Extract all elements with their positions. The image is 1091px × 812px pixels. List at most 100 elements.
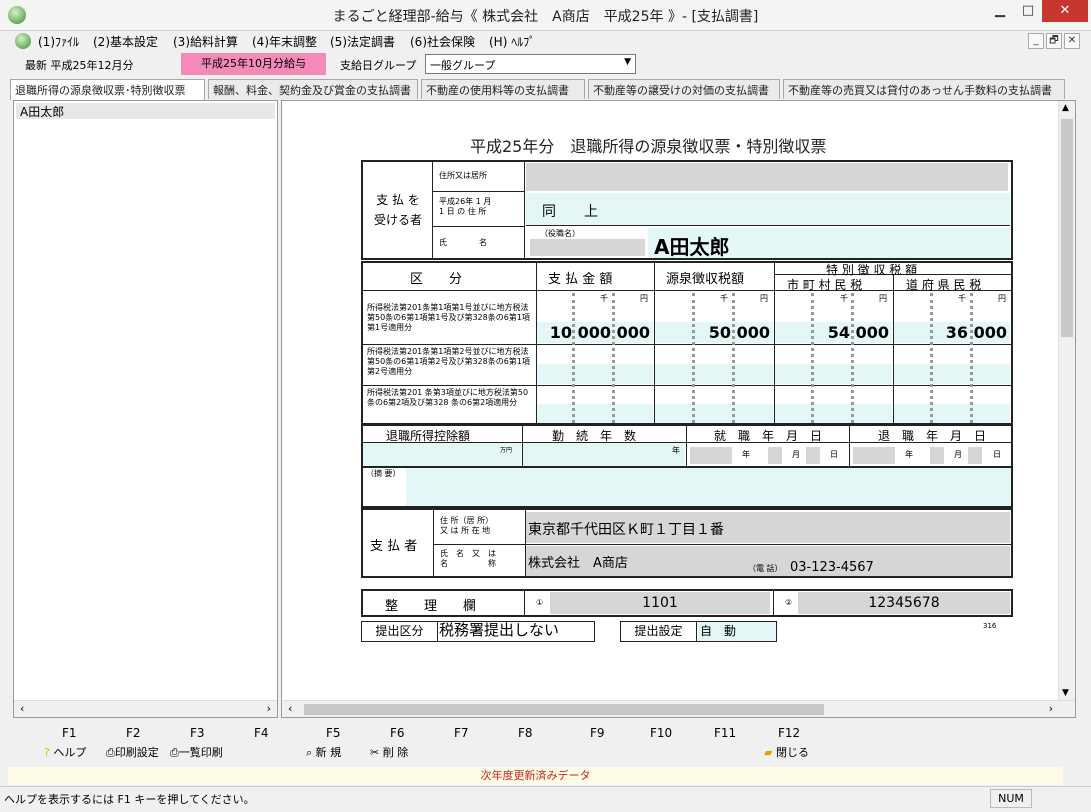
submit-value[interactable]: 税務署提出しない (439, 619, 559, 640)
tab-real-estate-usage[interactable]: 不動産の使用料等の支払調書 (421, 79, 585, 99)
recipient-label: 支 払 を 受ける者 (373, 193, 422, 227)
tab-fees[interactable]: 報酬、料金、契約金及び賞金の支払調書 (208, 79, 418, 99)
employee-list-item[interactable]: A田太郎 (16, 103, 275, 119)
tab-real-estate-transfer[interactable]: 不動産等の譲受けの対価の支払調書 (588, 79, 780, 99)
close-button[interactable]: ✕ (1042, 0, 1088, 22)
horizontal-scroll-thumb[interactable] (304, 704, 824, 715)
position-field[interactable] (530, 239, 645, 256)
form-vertical-scrollbar[interactable]: ▲ ▼ (1058, 101, 1075, 700)
fkey-f10: F10 (650, 726, 673, 740)
app-menu-icon[interactable] (15, 33, 31, 49)
printer-icon: ⎙ (170, 746, 179, 759)
seiri-1-field[interactable]: 1101 (550, 592, 770, 614)
row2-withholding-cell[interactable] (655, 364, 773, 384)
left-horizontal-scrollbar[interactable]: ‹ › (14, 700, 277, 717)
payer-label: 支 払 者 (370, 539, 418, 554)
mdi-close-button[interactable]: ✕ (1064, 33, 1080, 49)
submit-setting-label: 提出設定 (621, 622, 697, 641)
row1-municipal-value: 54 000 (827, 323, 889, 342)
menu-help[interactable]: (H) ﾍﾙﾌﾟ (489, 33, 535, 50)
jan1-address-field[interactable]: 同 上 (526, 193, 1010, 226)
hire-month-field[interactable] (768, 447, 782, 464)
position-label: （役職名） (540, 229, 580, 238)
delete-action[interactable]: ✂ 削 除 (370, 744, 408, 760)
remarks-field[interactable] (406, 468, 1011, 506)
current-period-badge[interactable]: 平成25年10月分給与 (181, 53, 326, 75)
close-action-label: 閉じる (775, 746, 809, 759)
row2-prefectural-cell[interactable] (894, 364, 1010, 384)
menu-basic-settings[interactable]: (2)基本設定 (93, 33, 158, 50)
row2-amount-cell[interactable] (537, 364, 653, 384)
scroll-left-icon[interactable]: ‹ (288, 702, 292, 715)
printer-icon: ⎙ (106, 746, 115, 759)
help-icon: ? (44, 746, 50, 759)
menu-year-end[interactable]: (4)年末調整 (252, 33, 317, 50)
payer-name-field[interactable]: 株式会社 A商店 （電 話） 03-123-4567 (526, 546, 1010, 576)
scroll-up-icon[interactable]: ▲ (1062, 103, 1069, 113)
row1-prefectural-value: 36 000 (945, 323, 1007, 342)
tel-label: （電 話） (748, 564, 783, 573)
form-horizontal-scrollbar[interactable]: ‹ › (282, 700, 1075, 717)
help-action[interactable]: ? ヘルプ (44, 744, 86, 760)
vertical-scroll-thumb[interactable] (1061, 119, 1073, 337)
years-field[interactable] (523, 443, 685, 466)
row3-prefectural-cell[interactable] (894, 404, 1010, 423)
scroll-right-icon[interactable]: › (1049, 702, 1053, 715)
close-action[interactable]: ▰ 閉じる (764, 744, 809, 760)
hire-day-field[interactable] (806, 447, 820, 464)
row3-municipal-cell[interactable] (775, 404, 892, 423)
row3-withholding-cell[interactable] (655, 404, 773, 423)
menu-social-insurance[interactable]: (6)社会保険 (410, 33, 475, 50)
address-label: 住所又は居所 (433, 162, 525, 192)
function-key-bar: F1 F2 F3 F4 F5 F6 F7 F8 F9 F10 F11 F12 ?… (0, 724, 1091, 764)
fkey-f9: F9 (590, 726, 605, 740)
mdi-minimize-button[interactable]: _ (1028, 33, 1044, 49)
submit-setting-value[interactable]: 自 動 (698, 622, 776, 641)
tab-retirement-income[interactable]: 退職所得の源泉徴収票･特別徴収票 (10, 79, 205, 100)
scroll-left-icon[interactable]: ‹ (20, 702, 24, 715)
name-field[interactable]: A田太郎 (648, 228, 1010, 259)
list-print-action[interactable]: ⎙一覧印刷 (170, 744, 223, 760)
form-title: 平成25年分 退職所得の源泉徴収票・特別徴収票 (470, 137, 827, 156)
menu-statutory-reports[interactable]: (5)法定調書 (330, 33, 395, 50)
address-field[interactable] (526, 163, 1008, 191)
payer-address-field[interactable]: 東京都千代田区Ｋ町１丁目１番 (526, 512, 1010, 543)
menu-payroll-calc[interactable]: (3)給料計算 (173, 33, 238, 50)
scroll-right-icon[interactable]: › (267, 702, 271, 715)
seiri-2-field[interactable]: 12345678 (798, 592, 1010, 614)
maximize-button[interactable]: □ (1014, 0, 1042, 22)
group-select-value: 一般グループ (430, 59, 496, 72)
years-label: 勤 続 年 数 (552, 429, 637, 443)
status-bar: ヘルプを表示するには F1 キーを押してください。 NUM (0, 786, 1091, 812)
menu-file[interactable]: (1)ﾌｧｲﾙ (38, 33, 79, 50)
group-label: 支給日グループ (340, 59, 417, 72)
payer-address-value: 東京都千代田区Ｋ町１丁目１番 (528, 522, 724, 538)
report-tabs: 退職所得の源泉徴収票･特別徴収票 報酬、料金、契約金及び賞金の支払調書 不動産の… (10, 79, 1065, 100)
row3-amount-cell[interactable] (537, 404, 653, 423)
group-select[interactable]: 一般グループ ▼ (425, 54, 636, 74)
tab-real-estate-brokerage[interactable]: 不動産等の売買又は貸付のあっせん手数料の支払調書 (783, 79, 1065, 99)
unit-sen: 千 (840, 294, 848, 303)
month-unit: 月 (792, 450, 800, 459)
employee-list-panel: A田太郎 ‹ › (13, 100, 278, 718)
seiri-1-mark: ① (536, 598, 544, 607)
new-action[interactable]: ⌕ 新 規 (306, 744, 341, 760)
payer-name-value: 株式会社 A商店 (528, 556, 628, 571)
fkey-f1: F1 (62, 726, 77, 740)
retire-day-field[interactable] (968, 447, 982, 464)
scissors-icon: ✂ (370, 746, 380, 759)
row2-municipal-cell[interactable] (775, 364, 892, 384)
minimize-button[interactable]: ▁ (986, 0, 1014, 22)
print-setting-action[interactable]: ⎙印刷設定 (106, 744, 159, 760)
mdi-restore-button[interactable]: 🗗 (1046, 33, 1062, 49)
retire-year-field[interactable] (853, 447, 895, 464)
tel-value: 03-123-4567 (790, 560, 874, 575)
unit-sen: 千 (958, 294, 966, 303)
col-prefectural: 道 府 県 民 税 (906, 278, 982, 292)
deduction-field[interactable] (363, 443, 521, 466)
scroll-down-icon[interactable]: ▼ (1062, 688, 1069, 698)
hire-year-field[interactable] (690, 447, 732, 464)
col-amount: 支 払 金 額 (548, 272, 613, 287)
retire-month-field[interactable] (930, 447, 944, 464)
help-action-label: ヘルプ (53, 746, 87, 759)
